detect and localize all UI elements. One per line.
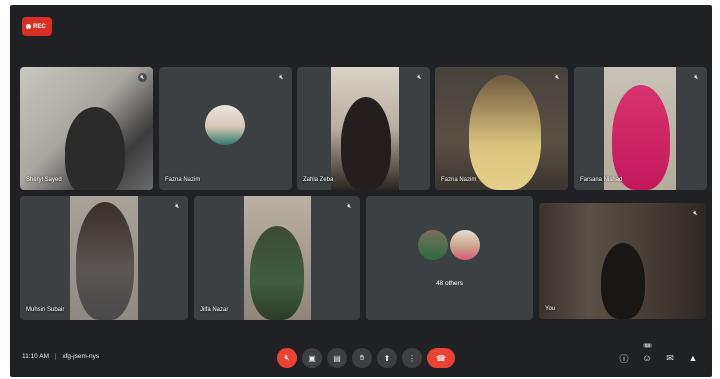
raise-hand-button[interactable]: ✋︎ [352,348,372,368]
participant-tile[interactable]: 🔇︎ Muhsin Subair [20,196,188,320]
participant-name: Jilfa Nazar [200,307,229,313]
control-bar: 11:10 AM | xfg-jsem-nys 🔇︎ ▣ ▤ ✋︎ ⬆︎ ⋮ ☎… [10,339,712,377]
separator: | [54,353,57,360]
participant-name: Sheryl Sayed [26,177,62,183]
chat-icon: ✉︎ [666,352,674,363]
mic-off-icon: 🔇︎ [555,74,560,81]
mic-off-icon: 🔇︎ [347,203,352,210]
participant-silhouette [601,243,645,319]
people-button[interactable]: 58 ☺ [640,343,654,368]
participant-name: Farsana Nishad [580,177,623,183]
participant-silhouette [341,97,391,190]
record-dot-icon [26,24,31,29]
self-tile[interactable]: 🔇︎ You [539,203,706,319]
end-call-icon: ☎︎ [436,353,446,363]
more-icon: ⋮ [408,353,416,363]
avatar [417,229,449,261]
people-icon: ☺ [642,353,652,363]
people-count-badge: 58 [643,343,653,348]
present-button[interactable]: ⬆︎ [377,348,397,368]
recording-label: REC [33,23,46,30]
participant-name: You [545,306,556,312]
activities-button[interactable]: ▲ [686,348,700,368]
participant-name: Zahla Zeba [303,177,334,183]
participant-tile[interactable]: 🔇︎ Farsana Nishad [574,67,707,190]
participant-name: Muhsin Subair [26,307,65,313]
participant-tile[interactable]: 🔇︎ Fazna Nazim [435,67,568,190]
participant-tile[interactable]: 🔇︎ Jilfa Nazar [194,196,360,320]
mic-off-icon: 🔇︎ [279,74,284,81]
side-controls: ⓘ 58 ☺ ✉︎ ▲ [617,343,700,368]
others-tile[interactable]: 48 others [366,196,533,320]
participant-silhouette [612,85,670,190]
more-options-button[interactable]: ⋮ [402,348,422,368]
participant-name: Fazna Nazim [165,177,201,183]
captions-button[interactable]: ▤ [327,348,347,368]
captions-icon: ▤ [333,353,341,363]
end-call-button[interactable]: ☎︎ [427,348,455,368]
participant-silhouette [250,226,304,320]
mic-off-icon: 🔇︎ [694,74,699,81]
recording-badge: REC [22,17,52,36]
info-button[interactable]: ⓘ [617,348,631,368]
participant-name: Fazna Nazim [441,177,477,183]
meeting-window: REC 🔇︎ Sheryl Sayed 🔇︎ Fazna Nazim 🔇︎ Za… [10,5,712,377]
present-icon: ⬆︎ [383,353,391,363]
participant-tile[interactable]: 🔇︎ Zahla Zeba [297,67,430,190]
participant-silhouette [76,202,134,320]
participant-tile[interactable]: 🔇︎ Sheryl Sayed [20,67,153,190]
participant-tile[interactable]: 🔇︎ Fazna Nazim [159,67,292,190]
info-icon: ⓘ [619,353,629,364]
mic-off-icon: 🔇︎ [284,353,290,362]
camera-icon: ▣ [308,353,316,363]
call-controls: 🔇︎ ▣ ▤ ✋︎ ⬆︎ ⋮ ☎︎ [277,348,455,368]
chat-button[interactable]: ✉︎ [663,348,677,368]
mic-off-icon: 🔇︎ [138,73,147,82]
avatar [449,229,481,261]
mic-off-icon: 🔇︎ [693,210,698,217]
mic-off-icon: 🔇︎ [175,203,180,210]
participant-silhouette [65,107,125,190]
avatar [205,105,245,145]
raise-hand-icon: ✋︎ [359,353,365,362]
meeting-details: 11:10 AM | xfg-jsem-nys [22,353,99,360]
activities-icon: ▲ [688,353,698,363]
others-count: 48 others [435,280,464,287]
mic-off-icon: 🔇︎ [417,74,422,81]
mic-toggle-button[interactable]: 🔇︎ [277,348,297,368]
participant-silhouette [469,75,541,190]
meeting-code: xfg-jsem-nys [62,353,100,360]
clock-time: 11:10 AM [22,353,49,360]
camera-toggle-button[interactable]: ▣ [302,348,322,368]
